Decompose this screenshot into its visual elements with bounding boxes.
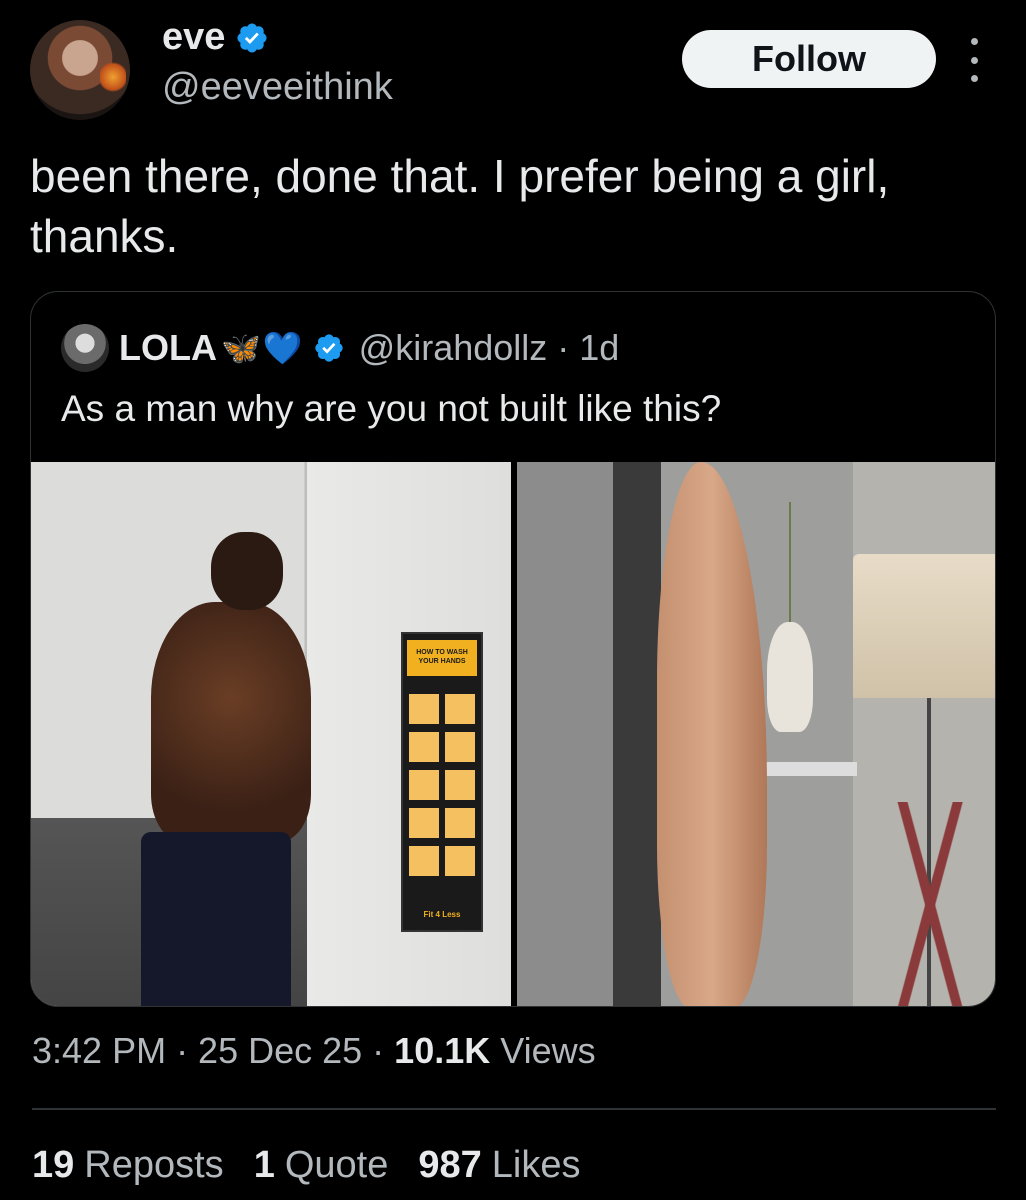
lamp-shade-shape <box>853 554 995 698</box>
man-figure <box>131 532 331 1006</box>
lamp-tripod-shape <box>897 802 967 1006</box>
poster-footer: Fit 4 Less <box>423 910 461 919</box>
author-name-row: eve <box>162 16 269 59</box>
quoted-author-handle-time: @kirahdollz · 1d <box>358 327 620 368</box>
poster-title-band: HOW TO WASH YOUR HANDS <box>407 640 477 676</box>
quoted-tweet-header: LOLA 🦋 💙 @kirahdollz · 1d <box>61 322 619 374</box>
more-options-icon[interactable] <box>965 38 983 82</box>
vase-shape <box>767 622 813 732</box>
author-handle[interactable]: @eeveeithink <box>162 66 393 109</box>
reposts-stat[interactable]: 19 Reposts <box>32 1144 224 1187</box>
flower-stem-shape <box>789 502 791 632</box>
quoted-author-name: LOLA <box>119 327 217 368</box>
quoted-verified-badge-icon <box>315 334 343 362</box>
tweet-timestamp[interactable]: 3:42 PM · 25 Dec 25 · <box>32 1030 394 1071</box>
poster-title: HOW TO WASH YOUR HANDS <box>416 649 468 665</box>
views-count: 10.1K <box>394 1030 491 1071</box>
quoted-tweet-media: HOW TO WASH YOUR HANDS Fit 4 Less <box>31 462 995 1006</box>
quotes-stat[interactable]: 1 Quote <box>254 1144 389 1187</box>
quoted-tweet[interactable]: LOLA 🦋 💙 @kirahdollz · 1d As a man why a… <box>30 291 996 1007</box>
tweet-meta: 3:42 PM · 25 Dec 25 · 10.1K Views <box>32 1030 596 1072</box>
butterfly-emoji-icon: 🦋 <box>220 330 261 366</box>
gym-photo-left[interactable]: HOW TO WASH YOUR HANDS Fit 4 Less <box>31 462 511 1006</box>
views-label: Views <box>490 1030 596 1071</box>
arm-photo-right[interactable] <box>517 462 995 1006</box>
author-avatar[interactable] <box>30 20 130 120</box>
arm-shape <box>657 462 767 1006</box>
head-shape <box>211 532 283 610</box>
blue-heart-emoji-icon: 💙 <box>262 330 303 366</box>
follow-button[interactable]: Follow <box>682 30 936 88</box>
quoted-author-avatar <box>61 324 109 372</box>
likes-stat[interactable]: 987 Likes <box>418 1144 580 1187</box>
engagement-stats: 19 Reposts 1 Quote 987 Likes <box>32 1144 580 1187</box>
quoted-tweet-text: As a man why are you not built like this… <box>61 388 722 429</box>
divider <box>32 1108 996 1110</box>
jeans-shape <box>141 832 291 1006</box>
handwash-poster: HOW TO WASH YOUR HANDS Fit 4 Less <box>401 632 483 932</box>
author-display-name[interactable]: eve <box>162 16 225 59</box>
verified-badge-icon <box>237 22 267 53</box>
tweet-header: eve @eeveeithink Follow <box>30 16 1000 126</box>
torso-shape <box>151 602 311 842</box>
tweet-text: been there, done that. I prefer being a … <box>30 150 890 262</box>
